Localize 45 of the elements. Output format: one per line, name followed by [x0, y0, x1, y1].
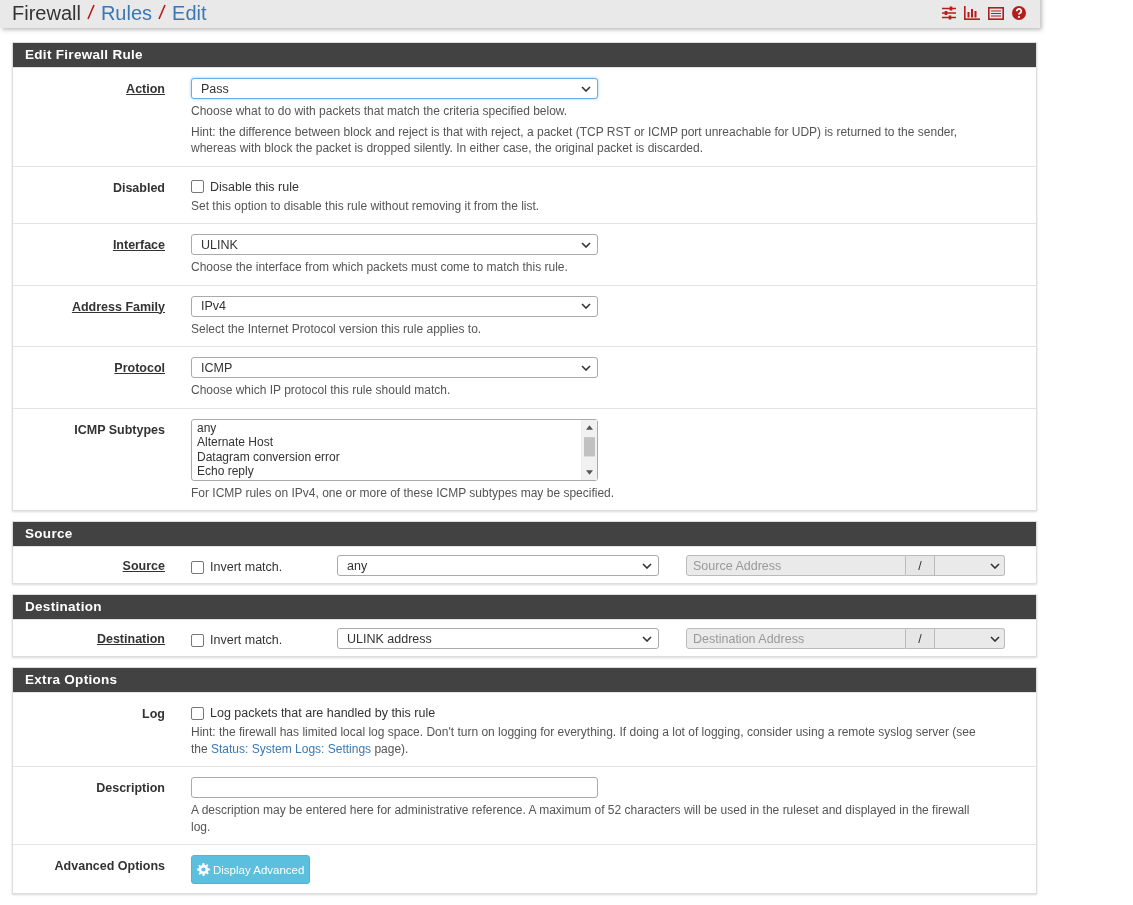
- field-label: ICMP Subtypes: [74, 421, 165, 439]
- field-label: Description: [96, 780, 165, 797]
- help-text: Hint: the difference between block and reject is that with reject, a packet (TCP RST or ICMP port unreachable for UDP) is returned to the sender, whereas with block the packet is dropped silently. In either case, the original packet is discarded.: [191, 123, 959, 157]
- field-label[interactable]: Source: [122, 555, 165, 576]
- checkbox-label[interactable]: Disable this rule: [210, 179, 299, 194]
- checkbox-label[interactable]: Invert match.: [210, 633, 283, 647]
- breadcrumb-item: Firewall: [12, 1, 81, 25]
- field-label[interactable]: Address Family: [71, 295, 165, 337]
- listbox-option[interactable]: Alternate Host: [197, 435, 576, 450]
- dropdown[interactable]: ULINK address: [337, 628, 659, 649]
- listbox-option[interactable]: Datagram conversion error: [197, 449, 576, 464]
- help-text: Choose what to do with packets that match the criteria specified below.: [191, 103, 569, 120]
- field-label: Log: [142, 706, 165, 723]
- field-label[interactable]: Protocol: [114, 357, 165, 399]
- breadcrumb-item[interactable]: Rules: [100, 1, 153, 25]
- help-text: Choose the interface from which packets must come to match this rule.: [191, 259, 569, 276]
- dropdown[interactable]: ULINK: [191, 234, 598, 255]
- separator-addon: /: [906, 628, 935, 649]
- panel-heading: Destination: [13, 595, 1036, 619]
- field-label[interactable]: Destination: [96, 628, 165, 649]
- field-label: Disabled: [112, 179, 165, 197]
- panel-heading: Source: [13, 522, 1036, 546]
- dropdown[interactable]: Pass: [191, 78, 598, 99]
- help-text: Choose which IP protocol this rule should match.: [191, 382, 452, 399]
- help-text: Hint: the firewall has limited local log space. Don't turn on logging for everything. If doing a lot of logging, consider using a remote syslog server (see the Status: System Logs: Settings page).: [191, 724, 977, 757]
- subtype-listbox[interactable]: any Alternate Host Datagram conversion error Echo reply: [191, 418, 598, 481]
- panel-heading: Extra Options: [13, 668, 1036, 692]
- help-text: Set this option to disable this rule without removing it from the list.: [191, 197, 541, 214]
- separator-addon: /: [906, 555, 935, 576]
- panel-heading: Edit Firewall Rule: [13, 43, 1036, 67]
- dropdown[interactable]: ICMP: [191, 357, 598, 378]
- checkbox-label[interactable]: Log packets that are handled by this rule: [210, 706, 436, 720]
- dropdown[interactable]: any: [337, 555, 659, 576]
- listbox-option[interactable]: Echo reply: [197, 464, 576, 479]
- listbox-option[interactable]: any: [197, 420, 576, 435]
- dropdown[interactable]: IPv4: [191, 295, 598, 317]
- checkbox-label[interactable]: Invert match.: [210, 560, 283, 574]
- field-label: Advanced Options: [54, 858, 165, 875]
- help-text: For ICMP rules on IPv4, one or more of these ICMP subtypes may be specified.: [191, 484, 616, 501]
- help-text: Select the Internet Protocol version this rule applies to.: [191, 320, 483, 337]
- settings-link[interactable]: Status: System Logs: Settings: [211, 741, 372, 756]
- help-text: A description may be entered here for administrative reference. A maximum of 52 characters will be used in the ruleset and displayed in the firewall log.: [191, 802, 971, 835]
- breadcrumb-item[interactable]: Edit: [172, 1, 207, 25]
- field-label[interactable]: Action: [126, 78, 165, 157]
- field-label[interactable]: Interface: [112, 234, 165, 276]
